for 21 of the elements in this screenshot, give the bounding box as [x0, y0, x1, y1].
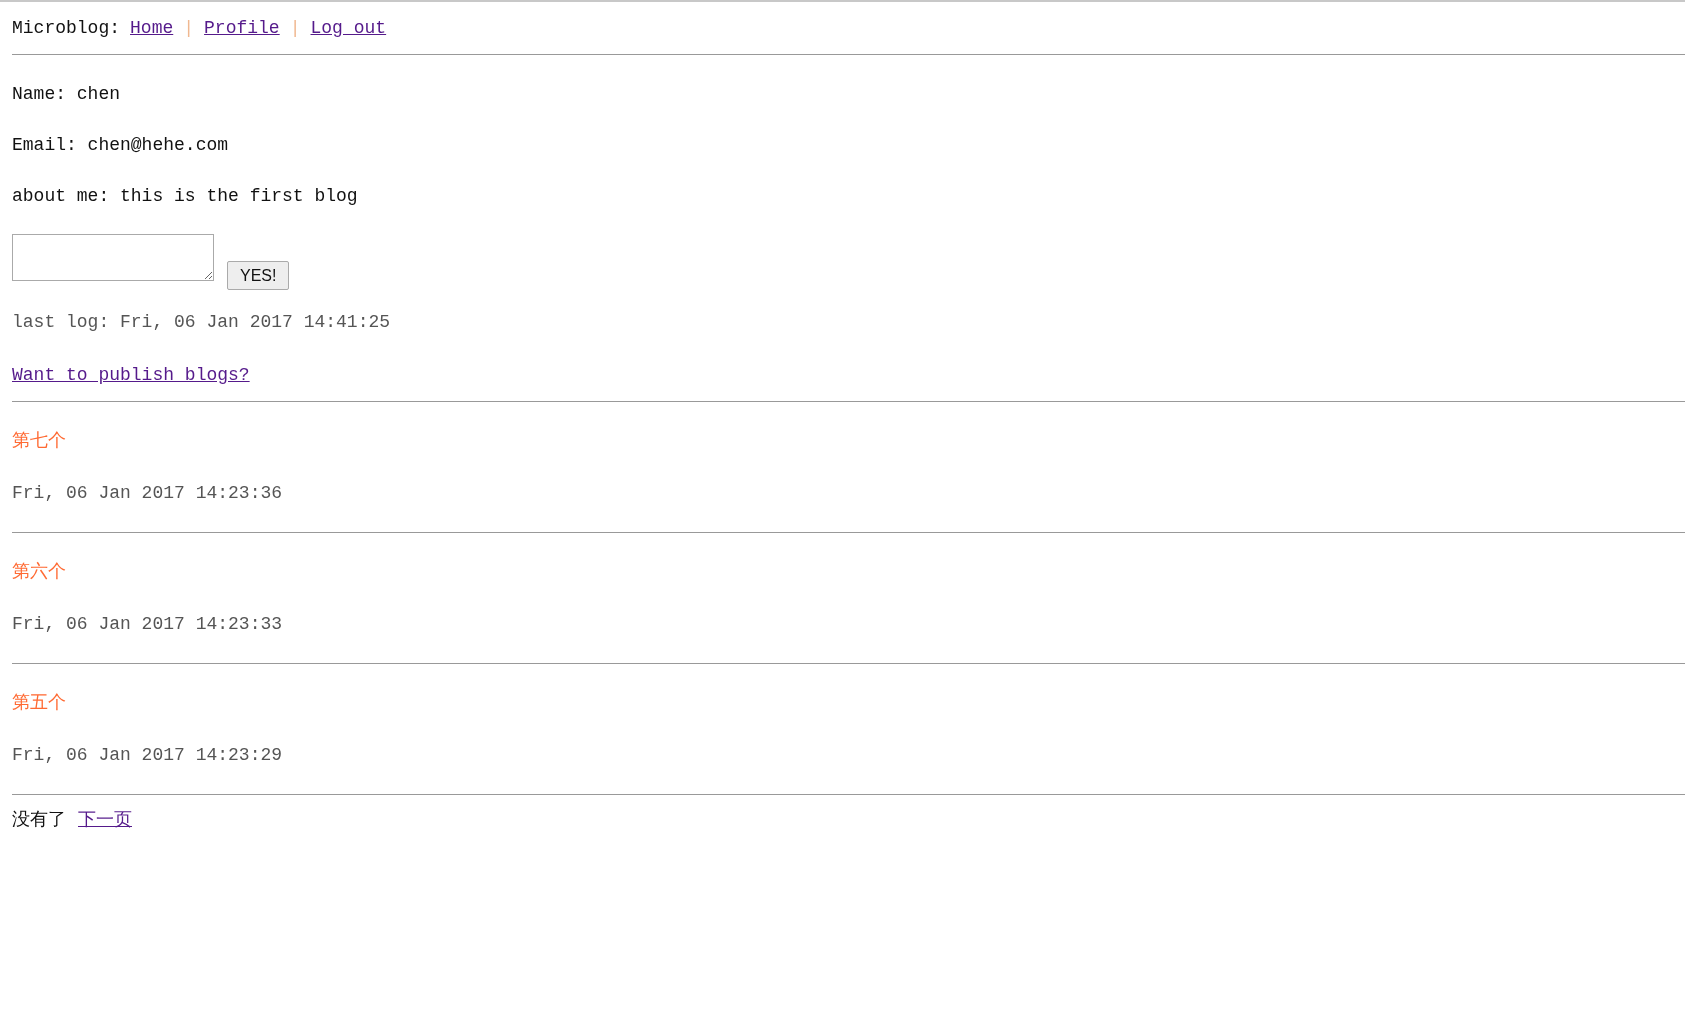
yes-button[interactable]: YES!	[227, 261, 290, 290]
comment-input[interactable]	[12, 234, 214, 281]
brand-label: Microblog:	[12, 16, 121, 40]
post-time: Fri, 06 Jan 2017 14:23:29	[12, 744, 284, 767]
profile-email: Email: chen@hehe.com	[12, 134, 230, 157]
profile-about: about me: this is the first blog	[12, 185, 359, 208]
nav-link[interactable]: Log out	[310, 14, 387, 42]
pager-text: 没有了	[12, 809, 66, 832]
post-time: Fri, 06 Jan 2017 14:23:33	[12, 613, 284, 636]
post-title: 第五个	[12, 692, 67, 715]
nav-link[interactable]: Profile	[204, 14, 280, 42]
profile-name: Name: chen	[12, 83, 122, 106]
post-time: Fri, 06 Jan 2017 14:23:36	[12, 482, 284, 505]
nav-link[interactable]: Home	[130, 14, 174, 42]
nav-separator: |	[183, 16, 195, 40]
post-title: 第六个	[12, 561, 67, 584]
nav-separator: |	[289, 16, 301, 40]
publish-link[interactable]: Want to publish blogs?	[12, 365, 250, 385]
next-page-link[interactable]: 下一页	[78, 807, 132, 834]
post-title: 第七个	[12, 430, 67, 453]
last-log-text: last log: Fri, 06 Jan 2017 14:41:25	[12, 311, 392, 334]
